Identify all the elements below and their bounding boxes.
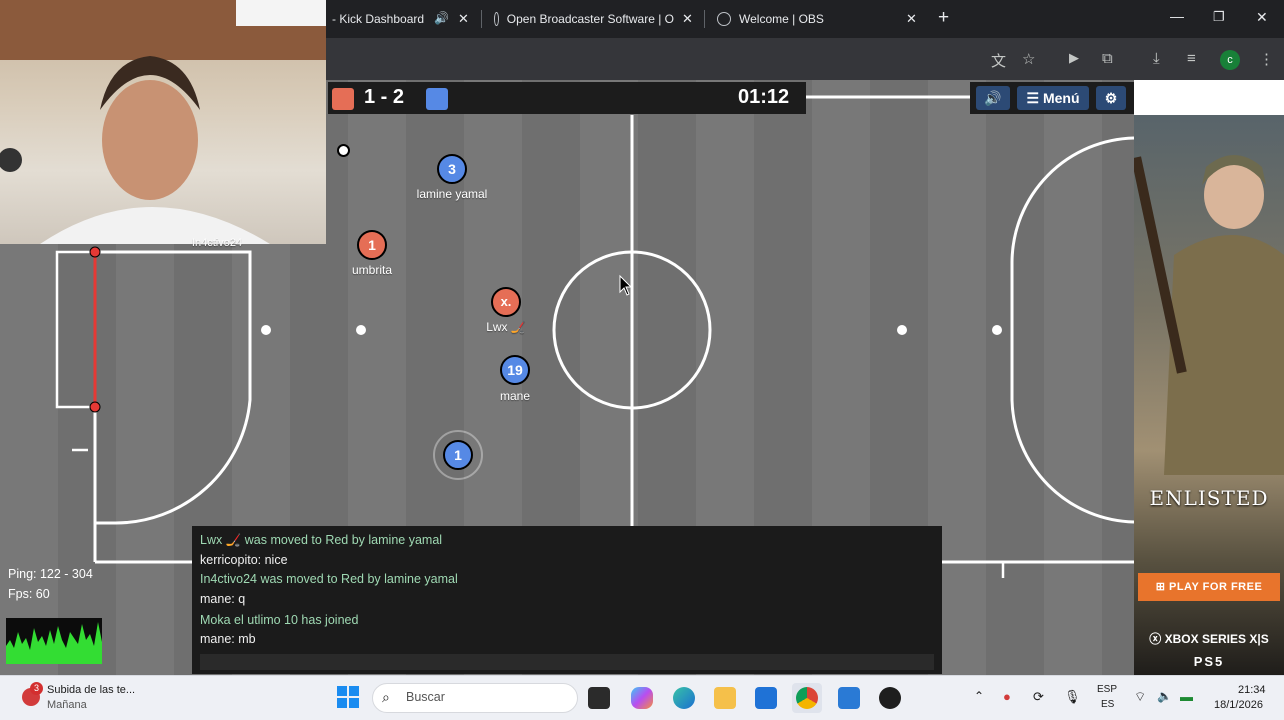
player-disc[interactable]: 3	[437, 154, 467, 184]
chat-panel	[192, 526, 942, 674]
chat-input[interactable]	[200, 654, 934, 670]
chat-message: mane: mb	[200, 632, 256, 646]
chat-message: Lwx 🏒 was moved to Red by lamine yamal	[200, 533, 443, 547]
input-language[interactable]: ESP	[1097, 684, 1117, 695]
ad-platform-label: XBOX SERIES X|S	[1164, 632, 1269, 646]
score-text: 1 - 2	[364, 86, 405, 108]
tray-overflow-icon[interactable]: ⌃	[974, 689, 984, 703]
webcam-person	[0, 0, 326, 244]
notification-badge: 3	[30, 682, 43, 695]
search-icon: ⌕	[382, 689, 390, 705]
player-disc[interactable]: 19	[500, 355, 530, 385]
weather-title[interactable]: Subida de las te...	[47, 684, 135, 696]
file-explorer-icon[interactable]	[714, 687, 736, 709]
screen: - Kick Dashboard 🔊 ✕ Open Broadcaster So…	[0, 0, 1284, 720]
notepad-icon[interactable]	[838, 687, 860, 709]
chat-message: In4ctivo24 was moved to Red by lamine ya…	[200, 572, 458, 586]
xbox-icon: ⓧ	[1149, 632, 1165, 646]
match-timer: 01:12	[738, 86, 790, 108]
microphone-icon[interactable]: 🎙	[1064, 689, 1081, 705]
tray-sync-icon[interactable]: ⟳	[1033, 689, 1044, 705]
player-name: Lwx 🏒	[486, 320, 526, 334]
player-disc[interactable]: 1	[357, 230, 387, 260]
ad-platform-ps: PS5	[1193, 654, 1225, 669]
ad-platform-xbox: ⓧ XBOX SERIES X|S	[1134, 630, 1284, 647]
ad-cta-label: PLAY FOR FREE	[1168, 581, 1263, 593]
edge-icon[interactable]	[673, 687, 695, 709]
battery-icon[interactable]: ▬	[1180, 689, 1193, 704]
player-name-partial: In4ctivo24	[191, 237, 243, 249]
ad-title: ENLISTED	[1149, 486, 1269, 510]
search-placeholder: Buscar	[406, 690, 445, 704]
fps-readout: Fps: 60	[8, 587, 50, 601]
webcam-overlay	[0, 0, 326, 244]
tray-app-icon[interactable]: ●	[1003, 689, 1011, 704]
task-view-icon[interactable]	[588, 687, 610, 709]
chat-message: Moka el utlimo 10 has joined	[200, 613, 359, 627]
ball	[337, 144, 350, 157]
store-icon[interactable]	[755, 687, 777, 709]
sound-toggle-button[interactable]: 🔊	[976, 86, 1010, 110]
fps-graph	[6, 618, 102, 664]
player-disc-self[interactable]: 1	[443, 440, 473, 470]
taskbar-search[interactable]	[372, 683, 578, 713]
blue-team-indicator	[426, 88, 448, 110]
player-name: umbrita	[351, 263, 393, 277]
wifi-icon[interactable]: ⌔	[1134, 689, 1146, 705]
player-name: lamine yamal	[416, 187, 488, 201]
windows-icon: ⊞	[1155, 581, 1169, 593]
ad-play-button[interactable]: ⊞ PLAY FOR FREE	[1138, 573, 1280, 601]
weather-subtitle: Mañana	[47, 699, 87, 711]
windows-logo-icon	[337, 686, 359, 708]
chrome-icon[interactable]	[796, 687, 818, 709]
clock-time[interactable]: 21:34	[1238, 684, 1266, 696]
menu-button[interactable]: ☰ Menú	[1017, 86, 1089, 110]
chat-message: kerricopito: nice	[200, 553, 288, 567]
input-layout: ES	[1101, 699, 1115, 710]
player-name: mane	[499, 389, 531, 403]
hamburger-icon: ☰	[1026, 90, 1040, 106]
obs-icon[interactable]	[879, 687, 901, 709]
volume-icon[interactable]: 🔈	[1157, 689, 1172, 703]
gear-icon: ⚙	[1104, 90, 1118, 106]
red-team-indicator	[332, 88, 354, 110]
copilot-icon[interactable]	[631, 687, 653, 709]
menu-label: Menú	[1042, 90, 1080, 106]
ping-readout: Ping: 122 - 304	[8, 567, 93, 581]
chat-message: mane: q	[200, 592, 246, 606]
start-button[interactable]	[337, 686, 359, 708]
player-disc[interactable]: x.	[491, 287, 521, 317]
clock-date[interactable]: 18/1/2026	[1214, 699, 1263, 711]
settings-button[interactable]: ⚙	[1096, 86, 1126, 110]
